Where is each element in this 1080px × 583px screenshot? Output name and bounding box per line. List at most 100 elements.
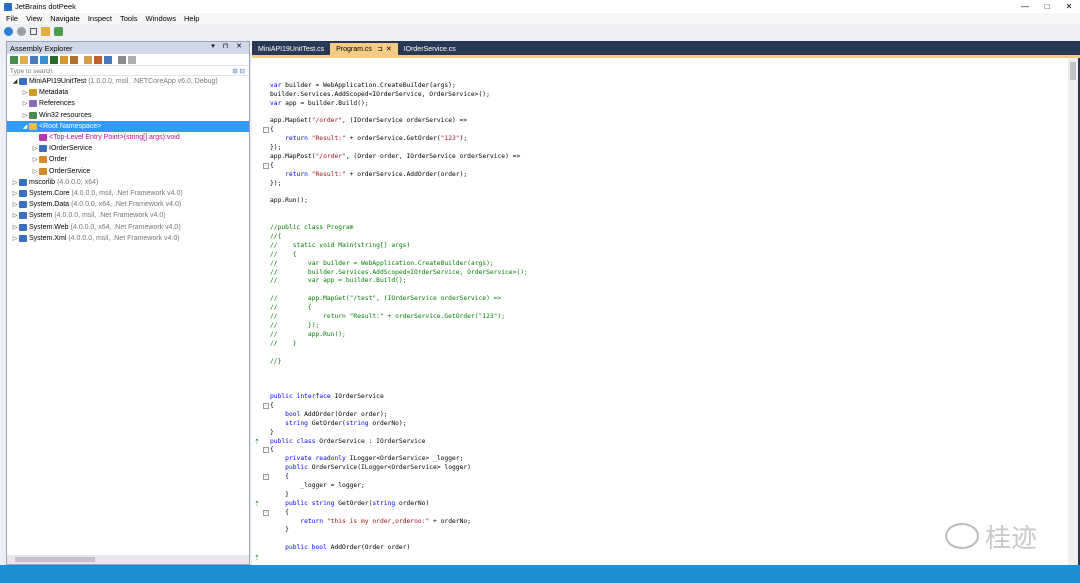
code-line[interactable]: // var app = builder.Build(); <box>270 277 1060 286</box>
editor-vertical-scrollbar[interactable] <box>1068 58 1078 565</box>
code-line[interactable] <box>270 375 1060 384</box>
code-line[interactable]: // var builder = WebApplication.CreateBu… <box>270 260 1060 269</box>
code-line[interactable] <box>270 189 1060 198</box>
tree-node[interactable]: ▷ System.Data (4.0.0.0, x64, .Net Framewor… <box>7 199 249 210</box>
pin-tab-icon[interactable]: ⊐ <box>377 45 383 53</box>
expand-arrow-icon[interactable]: ▷ <box>31 168 39 175</box>
code-line[interactable]: // app.Run(); <box>270 331 1060 340</box>
code-line[interactable]: return "Result:" + orderService.GetOrder… <box>270 135 1060 144</box>
code-line[interactable]: // } <box>270 340 1060 349</box>
code-line[interactable]: string GetOrder(string orderNo); <box>270 420 1060 429</box>
search-input[interactable] <box>7 67 207 76</box>
menu-file[interactable]: File <box>6 14 18 23</box>
expand-arrow-icon[interactable]: ▷ <box>11 212 19 219</box>
tree-node[interactable]: ▷ System.Core (4.0.0.0, msil, .Net Framewo… <box>7 188 249 199</box>
expand-arrow-icon[interactable]: ▷ <box>11 190 19 197</box>
code-view[interactable]: var builder = WebApplication.CreateBuild… <box>263 73 1060 553</box>
code-line[interactable] <box>270 366 1060 375</box>
fold-toggle-icon[interactable]: - <box>263 447 269 454</box>
code-line[interactable]: //{ <box>270 233 1060 242</box>
tree-node[interactable]: ▷ System.Xml (4.0.0.0, msil, .Net Framewor… <box>7 233 249 244</box>
search-assembly-icon[interactable] <box>70 55 78 64</box>
explorer-horizontal-scrollbar[interactable] <box>7 555 249 564</box>
code-line[interactable]: builder.Services.AddScoped<IOrderService… <box>270 91 1060 100</box>
tree-node[interactable]: ▷ OrderService <box>7 166 249 177</box>
fold-toggle-icon[interactable]: - <box>263 162 269 169</box>
tree-node[interactable]: ▷ IOrderService <box>7 143 249 154</box>
code-line[interactable]: {- <box>263 473 1060 482</box>
code-line[interactable]: var builder = WebApplication.CreateBuild… <box>270 82 1060 91</box>
expand-arrow-icon[interactable]: ▷ <box>11 224 19 231</box>
clear-list-icon[interactable] <box>128 55 136 64</box>
maximize-button[interactable]: □ <box>1036 0 1058 13</box>
code-line[interactable]: public string GetOrder(string orderNo) <box>270 500 1060 509</box>
code-line[interactable]: }); <box>270 180 1060 189</box>
code-line[interactable] <box>270 349 1060 358</box>
implementation-marker-icon[interactable]: ⇡ <box>254 500 264 508</box>
save-list-icon[interactable] <box>118 55 126 64</box>
open-file-icon[interactable] <box>41 26 50 36</box>
code-line[interactable]: public bool AddOrder(Order order) <box>270 544 1060 553</box>
code-line[interactable]: //} <box>270 358 1060 367</box>
code-line[interactable]: public class OrderService : IOrderServic… <box>270 438 1060 447</box>
expand-arrow-icon[interactable]: ▷ <box>11 201 19 208</box>
menu-windows[interactable]: Windows <box>146 14 176 23</box>
show-all-icon[interactable] <box>104 55 112 64</box>
code-line[interactable]: // builder.Services.AddScoped<IOrderServ… <box>270 269 1060 278</box>
tree-node[interactable]: ▷ Win32 resources <box>7 110 249 121</box>
fold-toggle-icon[interactable]: - <box>263 402 269 409</box>
expand-arrow-icon[interactable]: ◢ <box>11 78 19 85</box>
code-line[interactable]: // }); <box>270 322 1060 331</box>
code-line[interactable]: // static void Main(string[] args) <box>270 242 1060 251</box>
tab-miniapi19unittest[interactable]: MiniAPI19UnitTest.cs <box>252 43 330 55</box>
tree-node[interactable]: ▷ Metadata <box>7 87 249 98</box>
implementation-marker-icon[interactable]: ⇡ <box>254 554 264 562</box>
code-line[interactable]: private readonly ILogger<OrderService> _… <box>270 455 1060 464</box>
search-options-icon[interactable]: ⊞ ⊟ <box>232 67 245 75</box>
tab-program[interactable]: Program.cs ⊐ ✕ <box>330 43 398 55</box>
code-line[interactable] <box>270 109 1060 118</box>
close-tab-icon[interactable]: ✕ <box>386 45 392 53</box>
code-line[interactable]: {- <box>263 402 1060 411</box>
close-button[interactable]: ✕ <box>1058 0 1080 13</box>
scrollbar-thumb[interactable] <box>1070 62 1076 80</box>
code-line[interactable]: bool AddOrder(Order order); <box>270 411 1060 420</box>
tree-node[interactable]: ▷ System (4.0.0.0, msil, .Net Framework v4… <box>7 210 249 221</box>
tab-iorderservice[interactable]: IOrderService.cs <box>398 43 462 55</box>
code-line[interactable]: } <box>270 526 1060 535</box>
open-folder-icon[interactable] <box>20 55 28 64</box>
expand-arrow-icon[interactable]: ▷ <box>11 179 19 186</box>
code-line[interactable]: {- <box>263 162 1060 171</box>
code-line[interactable]: // app.MapGet("/test", (IOrderService or… <box>270 295 1060 304</box>
expand-arrow-icon[interactable]: ▷ <box>11 235 19 242</box>
menu-tools[interactable]: Tools <box>120 14 138 23</box>
forward-icon[interactable] <box>17 26 26 36</box>
expand-arrow-icon[interactable]: ◢ <box>21 123 29 130</box>
code-line[interactable]: } <box>270 429 1060 438</box>
code-line[interactable]: public OrderService(ILogger<OrderService… <box>270 464 1060 473</box>
open-nuget-icon[interactable] <box>40 55 48 64</box>
code-line[interactable]: } <box>270 491 1060 500</box>
code-line[interactable]: //public class Program <box>270 224 1060 233</box>
open-process-icon[interactable] <box>60 55 68 64</box>
expand-arrow-icon[interactable]: ▷ <box>31 145 39 152</box>
code-line[interactable] <box>270 73 1060 82</box>
back-icon[interactable] <box>4 26 13 36</box>
code-line[interactable]: }); <box>270 144 1060 153</box>
tree-node[interactable]: <Top-Level Entry Point>(string[] args):v… <box>7 132 249 143</box>
code-line[interactable] <box>270 535 1060 544</box>
fold-toggle-icon[interactable]: - <box>263 509 269 516</box>
export-icon[interactable] <box>54 26 63 36</box>
code-line[interactable]: // { <box>270 251 1060 260</box>
menu-help[interactable]: Help <box>184 14 199 23</box>
open-package-icon[interactable] <box>50 55 58 64</box>
assembly-list-icon[interactable] <box>30 27 37 35</box>
code-line[interactable]: public interface IOrderService <box>270 393 1060 402</box>
code-line[interactable]: app.Run(); <box>270 197 1060 206</box>
code-line[interactable]: // return "Result:" + orderService.GetOr… <box>270 313 1060 322</box>
expand-arrow-icon[interactable]: ▷ <box>21 112 29 119</box>
code-line[interactable]: return "this is my order,orderno:" + ord… <box>270 518 1060 527</box>
menu-view[interactable]: View <box>26 14 42 23</box>
menu-navigate[interactable]: Navigate <box>50 14 80 23</box>
code-line[interactable]: _logger = logger; <box>270 482 1060 491</box>
